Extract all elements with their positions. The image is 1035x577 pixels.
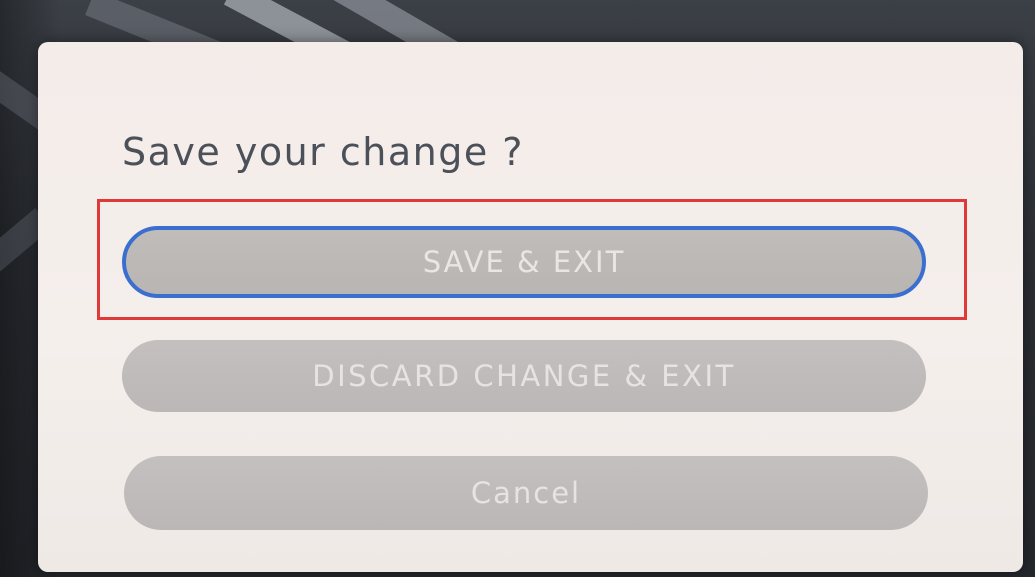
cancel-button[interactable]: Cancel — [124, 456, 928, 530]
discard-change-and-exit-button[interactable]: DISCARD CHANGE & EXIT — [122, 340, 926, 412]
dialog-title: Save your change ? — [122, 130, 524, 174]
highlight-box — [97, 199, 967, 320]
